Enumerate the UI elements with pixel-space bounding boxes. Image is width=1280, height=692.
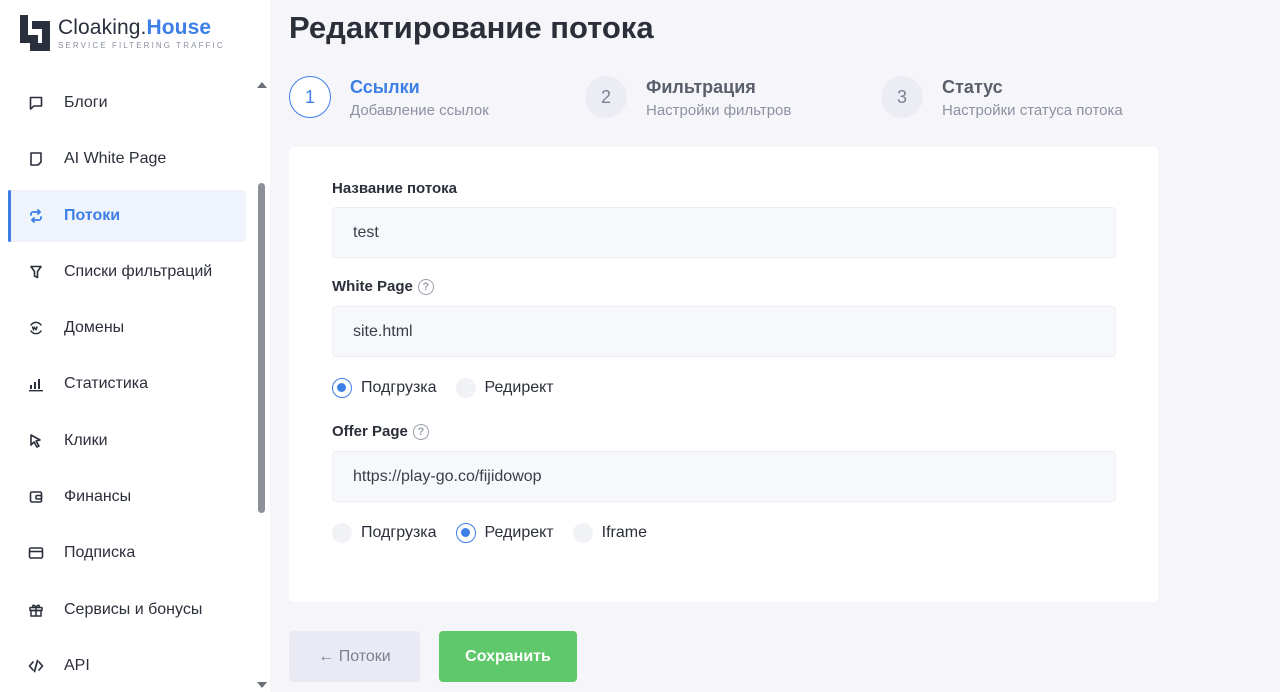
domain-icon (28, 320, 44, 336)
logo-mark-icon (20, 15, 50, 51)
brand-name-part2: House (146, 15, 212, 39)
step-text: Ссылки Добавление ссылок (350, 76, 489, 120)
filter-icon (28, 264, 44, 280)
back-to-streams-button[interactable]: ← Потоки (289, 631, 420, 682)
step-subtitle: Настройки статуса потока (942, 102, 1123, 119)
sidebar-item-label: Сервисы и бонусы (64, 600, 203, 618)
offer-page-input[interactable] (332, 451, 1116, 502)
radio-unchecked-icon (455, 378, 476, 398)
offer-page-label: Offer Page ? (332, 423, 429, 440)
logo[interactable]: Cloaking.House SERVICE FILTERING TRAFFIC (20, 15, 225, 51)
radio-label: Редирект (484, 524, 554, 541)
offer-page-radio-load[interactable]: Подгрузка (332, 523, 437, 543)
scrollbar-thumb[interactable] (258, 183, 265, 513)
sidebar-item-subscription[interactable]: Подписка (8, 527, 246, 579)
step-text: Фильтрация Настройки фильтров (646, 76, 791, 120)
scroll-up-arrow-icon[interactable] (257, 82, 267, 88)
sidebar-item-filter-lists[interactable]: Списки фильтраций (8, 246, 246, 298)
sidebar: Cloaking.House SERVICE FILTERING TRAFFIC… (0, 0, 270, 692)
sidebar-item-services-bonuses[interactable]: Сервисы и бонусы (8, 584, 246, 636)
radio-label: Подгрузка (361, 379, 437, 396)
scroll-down-arrow-icon[interactable] (257, 682, 267, 688)
sidebar-item-label: Финансы (64, 488, 132, 506)
sidebar-item-label: Блоги (64, 94, 108, 111)
brand-name: Cloaking.House (58, 16, 225, 40)
white-page-radio-load[interactable]: Подгрузка (332, 378, 437, 398)
radio-label: Подгрузка (361, 524, 437, 541)
sidebar-item-blogs[interactable]: Блоги (8, 77, 246, 129)
card-icon (28, 545, 44, 561)
radio-label: Iframe (601, 524, 647, 541)
sidebar-nav: Блоги AI White Page Потоки Списки фильтр… (8, 77, 246, 692)
stream-form-card: Название потока White Page ? Подгрузка Р… (289, 147, 1158, 602)
step-number: 2 (585, 76, 627, 118)
sync-icon (28, 208, 44, 224)
step-subtitle: Настройки фильтров (646, 102, 792, 119)
step-links[interactable]: 1 Ссылки Добавление ссылок (289, 76, 489, 120)
help-icon[interactable]: ? (417, 278, 434, 295)
sidebar-item-label: Потоки (64, 206, 121, 224)
offer-page-mode-radios: Подгрузка Редирект Iframe (332, 522, 666, 544)
white-page-mode-radios: Подгрузка Редирект (332, 377, 573, 399)
offer-page-radio-iframe[interactable]: Iframe (572, 523, 647, 543)
sidebar-item-label: Подписка (64, 544, 136, 562)
logo-text: Cloaking.House SERVICE FILTERING TRAFFIC (58, 16, 225, 51)
sidebar-item-label: AI White Page (64, 150, 167, 168)
sidebar-item-ai-white-page[interactable]: AI White Page (8, 133, 246, 185)
sidebar-item-label: Домены (64, 319, 125, 337)
page-title: Редактирование потока (289, 10, 654, 45)
step-title: Ссылки (350, 77, 420, 97)
step-subtitle: Добавление ссылок (350, 102, 489, 119)
step-filtering[interactable]: 2 Фильтрация Настройки фильтров (585, 76, 791, 120)
step-number: 3 (881, 76, 923, 118)
stream-name-input[interactable] (332, 207, 1116, 258)
sidebar-item-streams[interactable]: Потоки (8, 189, 246, 242)
stepper: 1 Ссылки Добавление ссылок 2 Фильтрация … (289, 76, 1189, 122)
sidebar-item-finance[interactable]: Финансы (8, 471, 246, 523)
white-page-radio-redirect[interactable]: Редирект (455, 378, 554, 398)
field-label-text: Offer Page (332, 423, 408, 440)
field-label-text: Название потока (332, 180, 457, 197)
white-page-label: White Page ? (332, 278, 434, 295)
offer-page-radio-redirect[interactable]: Редирект (455, 523, 554, 543)
sidebar-item-label: Клики (64, 431, 108, 449)
step-status[interactable]: 3 Статус Настройки статуса потока (881, 76, 1123, 120)
radio-label: Редирект (484, 379, 554, 396)
sidebar-item-api[interactable]: API (8, 640, 246, 692)
sidebar-item-label: Списки фильтраций (64, 262, 213, 280)
sidebar-item-clicks[interactable]: Клики (8, 415, 246, 467)
step-number: 1 (289, 76, 331, 118)
radio-unchecked-icon (572, 523, 593, 543)
white-page-input[interactable] (332, 306, 1116, 357)
sidebar-item-domains[interactable]: Домены (8, 302, 246, 354)
sidebar-item-label: Статистика (64, 375, 149, 393)
field-label-text: White Page (332, 278, 413, 295)
sidebar-item-label: API (64, 656, 90, 674)
code-icon (28, 658, 44, 674)
step-text: Статус Настройки статуса потока (942, 76, 1123, 120)
sidebar-scrollbar[interactable] (255, 78, 267, 692)
radio-checked-icon (332, 378, 352, 398)
brand-name-part1: Cloaking. (58, 15, 147, 39)
save-button[interactable]: Сохранить (439, 631, 577, 682)
sidebar-item-statistics[interactable]: Статистика (8, 358, 246, 410)
chat-icon (28, 95, 44, 111)
gift-icon (28, 602, 44, 618)
radio-checked-icon (455, 523, 476, 543)
bar-chart-icon (28, 376, 44, 392)
stream-name-label: Название потока (332, 180, 457, 197)
wallet-icon (28, 489, 44, 505)
radio-unchecked-icon (332, 523, 352, 543)
help-icon[interactable]: ? (412, 423, 429, 440)
brand-tagline: SERVICE FILTERING TRAFFIC (58, 40, 225, 50)
step-title: Фильтрация (646, 77, 756, 97)
cursor-icon (28, 433, 44, 449)
page-icon (28, 151, 44, 167)
step-title: Статус (942, 77, 1003, 97)
